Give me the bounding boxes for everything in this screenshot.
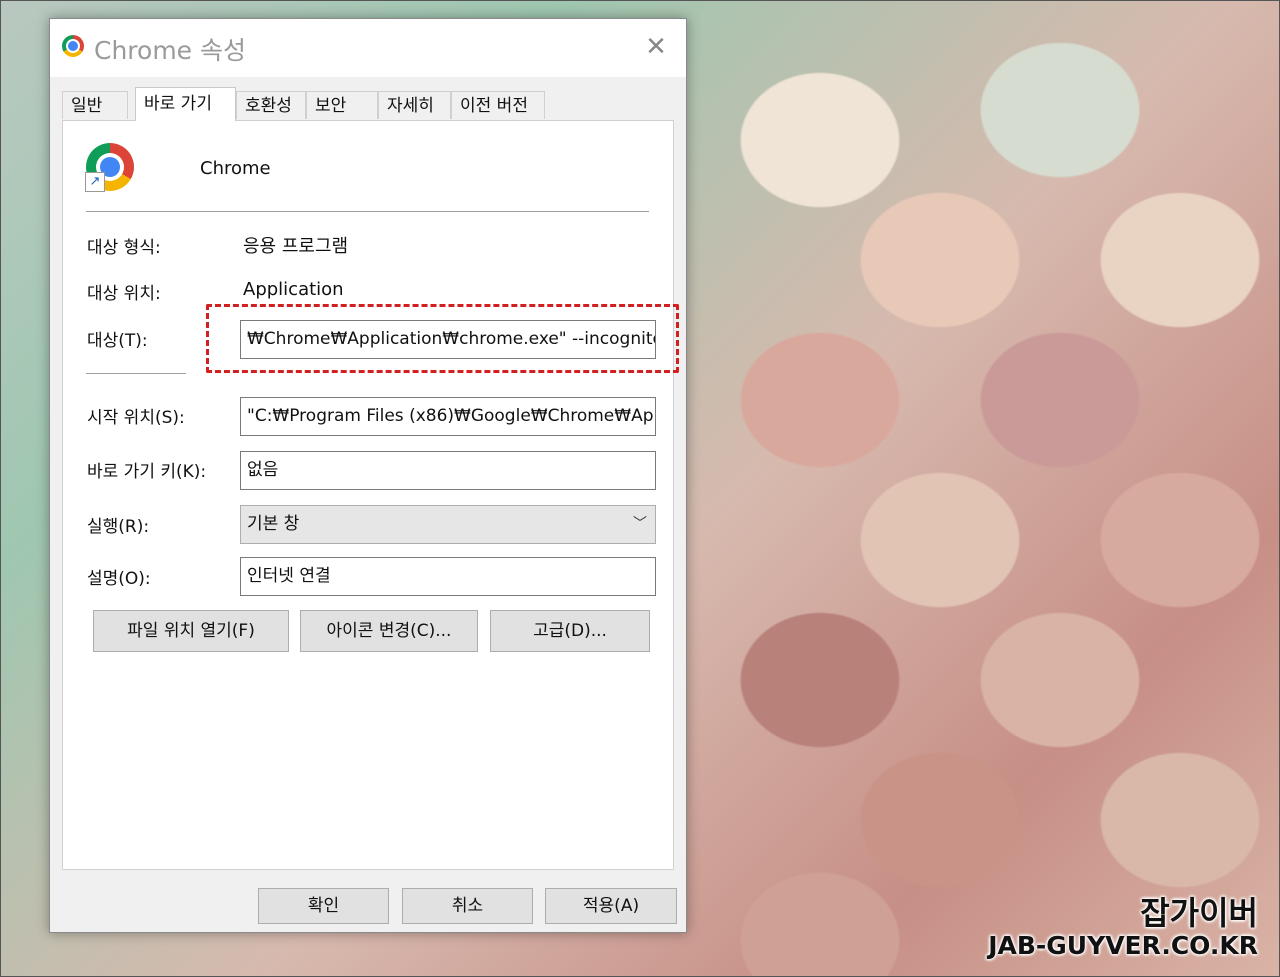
target-location-label: 대상 위치: xyxy=(87,284,161,304)
shortcut-key-input[interactable]: 없음 xyxy=(240,451,656,490)
shortcut-tab-panel: ↗ Chrome 대상 형식: 응용 프로그램 대상 위치: Applicati… xyxy=(62,120,674,870)
tab-general[interactable]: 일반 xyxy=(62,91,128,119)
run-select-value: 기본 창 xyxy=(247,514,300,534)
window-title: Chrome 속성 xyxy=(94,36,247,65)
shortcut-name: Chrome xyxy=(200,158,271,179)
watermark-name: 잡가이버 xyxy=(1140,894,1258,932)
start-in-label: 시작 위치(S): xyxy=(87,408,185,428)
advanced-button[interactable]: 고급(D)... xyxy=(490,610,650,652)
target-type-value: 응용 프로그램 xyxy=(243,236,349,257)
tab-security[interactable]: 보안 xyxy=(306,91,378,119)
comment-label: 설명(O): xyxy=(87,569,151,589)
divider xyxy=(86,211,649,212)
properties-dialog: Chrome 속성 ✕ 일반 바로 가기 호환성 보안 자세히 이전 버전 ↗ … xyxy=(49,18,687,933)
change-icon-button[interactable]: 아이콘 변경(C)... xyxy=(300,610,478,652)
title-bar: Chrome 속성 ✕ xyxy=(50,19,686,77)
watermark-site: JAB-GUYVER.CO.KR xyxy=(988,931,1258,960)
divider xyxy=(86,373,186,374)
tab-previous-versions[interactable]: 이전 버전 xyxy=(451,91,545,119)
chevron-down-icon: ﹀ xyxy=(633,516,647,532)
start-in-input[interactable]: "C:₩Program Files (x86)₩Google₩Chrome₩Ap… xyxy=(240,397,656,436)
run-label: 실행(R): xyxy=(87,517,150,537)
tab-strip: 일반 바로 가기 호환성 보안 자세히 이전 버전 xyxy=(62,87,674,121)
comment-input[interactable]: 인터넷 연결 xyxy=(240,557,656,596)
chrome-icon xyxy=(62,35,84,57)
run-select[interactable]: 기본 창 ﹀ xyxy=(240,505,656,544)
target-label: 대상(T): xyxy=(87,331,148,351)
shortcut-arrow-icon: ↗ xyxy=(85,172,105,192)
apply-button[interactable]: 적용(A) xyxy=(545,888,677,924)
shortcut-key-label: 바로 가기 키(K): xyxy=(87,462,207,482)
tab-shortcut[interactable]: 바로 가기 xyxy=(135,87,236,121)
target-location-value: Application xyxy=(243,279,344,300)
ok-button[interactable]: 확인 xyxy=(258,888,389,924)
tab-compatibility[interactable]: 호환성 xyxy=(236,91,306,119)
cancel-button[interactable]: 취소 xyxy=(402,888,533,924)
open-file-location-button[interactable]: 파일 위치 열기(F) xyxy=(93,610,289,652)
target-input[interactable]: ₩Chrome₩Application₩chrome.exe" --incogn… xyxy=(240,320,656,359)
tab-details[interactable]: 자세히 xyxy=(378,91,451,119)
target-type-label: 대상 형식: xyxy=(87,238,161,258)
close-icon[interactable]: ✕ xyxy=(640,31,672,63)
